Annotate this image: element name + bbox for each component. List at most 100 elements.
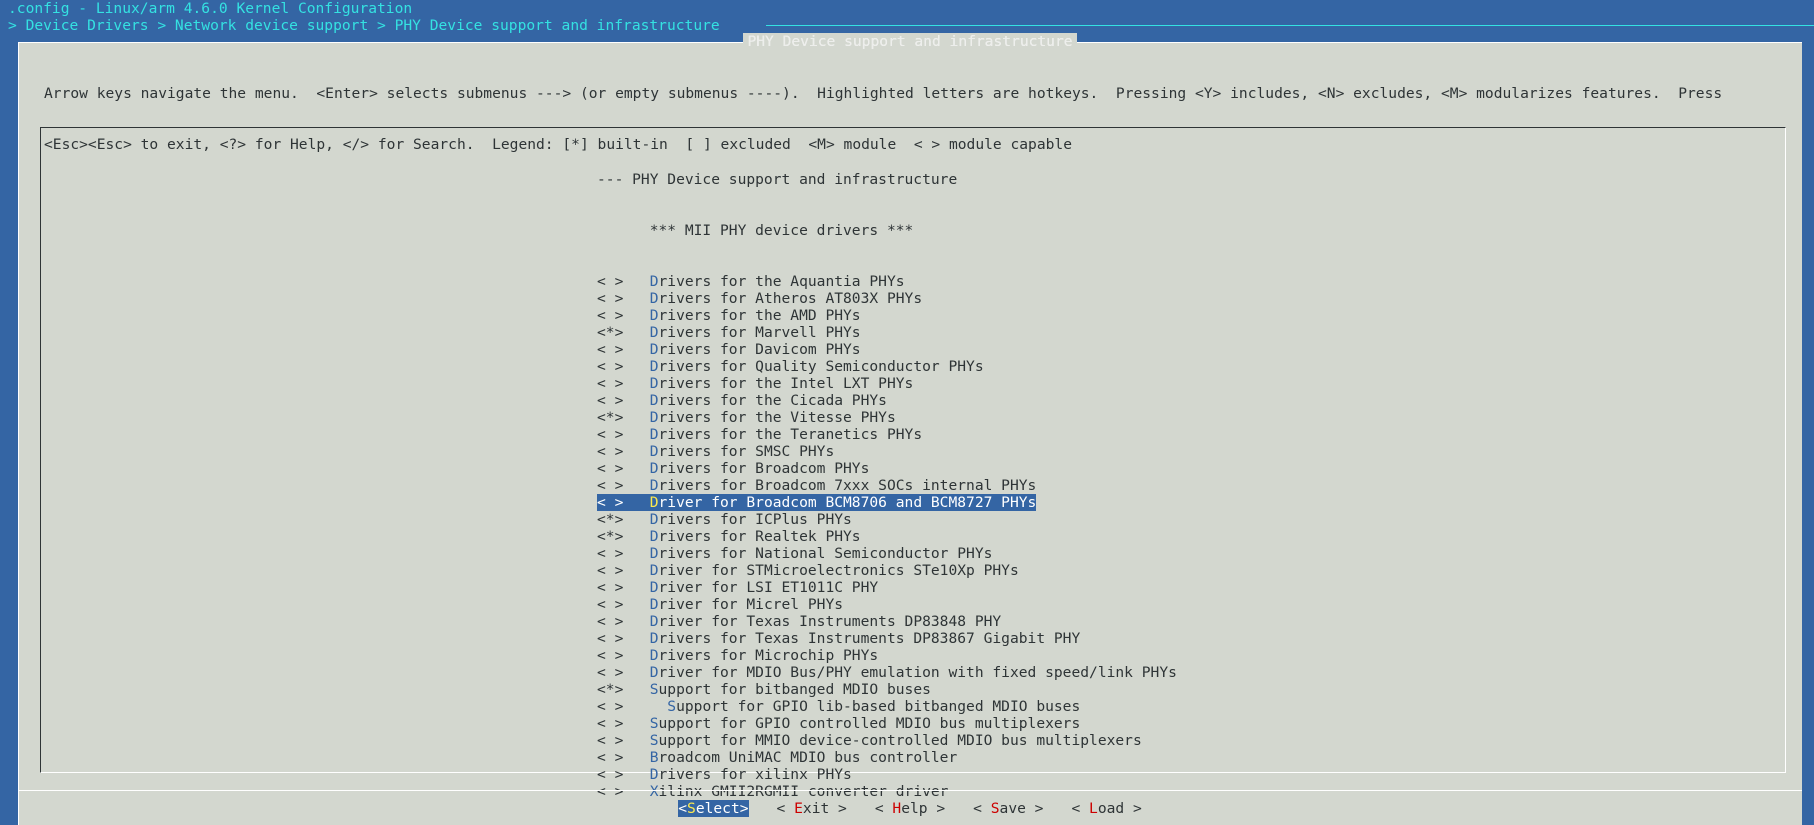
menu-item-hotkey: D: [649, 409, 659, 426]
menu-item-hotkey: D: [649, 290, 659, 307]
menu-item-state: < >: [597, 375, 650, 392]
menu-header[interactable]: --- PHY Device support and infrastructur…: [597, 171, 1177, 188]
exit-button[interactable]: < Exit >: [777, 800, 847, 817]
menu-item-state: < >: [597, 358, 650, 375]
menu-item-content: < > Drivers for the Aquantia PHYs: [597, 273, 905, 290]
menu-item-hotkey: D: [649, 426, 659, 443]
menu-item-hotkey: B: [649, 749, 659, 766]
menu-item-hotkey: D: [649, 460, 659, 477]
breadcrumb: > Device Drivers > Network device suppor…: [8, 17, 1814, 34]
help-line-1: Arrow keys navigate the menu. <Enter> se…: [44, 85, 1723, 102]
menu-items: < > Drivers for the Aquantia PHYs < > Dri…: [597, 273, 1177, 800]
menu-item-content: < > Drivers for the Cicada PHYs: [597, 392, 887, 409]
menu-item[interactable]: < > Broadcom UniMAC MDIO bus controller: [597, 749, 1177, 766]
menu-item[interactable]: < > Driver for STMicroelectronics STe10X…: [597, 562, 1177, 579]
menu-item-hotkey: D: [649, 664, 659, 681]
dialog-separator: [18, 790, 1802, 791]
menu-item[interactable]: <*> Drivers for Realtek PHYs: [597, 528, 1177, 545]
menu-item[interactable]: < > Driver for MDIO Bus/PHY emulation wi…: [597, 664, 1177, 681]
menu-item-state: < >: [597, 392, 650, 409]
menu-item-state: < >: [597, 698, 668, 715]
menu-item[interactable]: < > Support for MMIO device-controlled M…: [597, 732, 1177, 749]
menu-item-state: < >: [597, 613, 650, 630]
menu-list: --- PHY Device support and infrastructur…: [597, 137, 1177, 825]
menu-item[interactable]: < > Drivers for the AMD PHYs: [597, 307, 1177, 324]
menu-item-content: < > Drivers for Quality Semiconductor PH…: [597, 358, 984, 375]
menu-item[interactable]: < > Drivers for Microchip PHYs: [597, 647, 1177, 664]
menu-item-label: river for Broadcom BCM8706 and BCM8727 P…: [658, 494, 1037, 511]
menu-item[interactable]: < > Driver for Texas Instruments DP83848…: [597, 613, 1177, 630]
breadcrumb-rule: [766, 25, 1814, 26]
menu-item[interactable]: < > Drivers for National Semiconductor P…: [597, 545, 1177, 562]
menu-item[interactable]: < > Drivers for the Teranetics PHYs: [597, 426, 1177, 443]
menu-item-content: < > Drivers for Atheros AT803X PHYs: [597, 290, 922, 307]
menu-item-label: rivers for National Semiconductor PHYs: [658, 545, 993, 562]
menu-box: --- PHY Device support and infrastructur…: [40, 127, 1786, 800]
menuconfig-dialog: PHY Device support and infrastructure Ar…: [18, 33, 1802, 825]
menu-item[interactable]: <*> Support for bitbanged MDIO buses: [597, 681, 1177, 698]
menu-item[interactable]: < > Drivers for Broadcom PHYs: [597, 460, 1177, 477]
menu-item[interactable]: < > Support for GPIO lib-based bitbanged…: [597, 698, 1177, 715]
menu-item[interactable]: < > Drivers for Texas Instruments DP8386…: [597, 630, 1177, 647]
menu-item[interactable]: <*> Drivers for ICPlus PHYs: [597, 511, 1177, 528]
menu-item-content: < > Driver for Broadcom BCM8706 and BCM8…: [597, 494, 1037, 511]
menu-item-label: rivers for Texas Instruments DP83867 Gig…: [658, 630, 1081, 647]
menu-item-hotkey: D: [649, 545, 659, 562]
menu-item-content: < > Drivers for the Teranetics PHYs: [597, 426, 922, 443]
menu-item-label: river for Texas Instruments DP83848 PHY: [658, 613, 1002, 630]
menu-item-hotkey: D: [649, 511, 659, 528]
menu-item[interactable]: < > Drivers for Atheros AT803X PHYs: [597, 290, 1177, 307]
menu-item-hotkey: X: [649, 783, 659, 800]
menu-item[interactable]: < > Driver for Micrel PHYs: [597, 596, 1177, 613]
menu-item-state: < >: [597, 766, 650, 783]
menu-item-label: roadcom UniMAC MDIO bus controller: [658, 749, 958, 766]
menu-item[interactable]: < > Driver for LSI ET1011C PHY: [597, 579, 1177, 596]
menu-item[interactable]: <*> Drivers for the Vitesse PHYs: [597, 409, 1177, 426]
menu-item-state: < >: [597, 426, 650, 443]
menu-item-label: river for Micrel PHYs: [658, 596, 844, 613]
menu-item-hotkey: S: [649, 732, 659, 749]
menu-item-hotkey: D: [649, 613, 659, 630]
menu-item[interactable]: < > Xilinx GMII2RGMII converter driver: [597, 783, 1177, 800]
menu-item-state: < >: [597, 562, 650, 579]
save-button[interactable]: < Save >: [973, 800, 1043, 817]
menu-item-state: < >: [597, 460, 650, 477]
menu-item-content: < > Driver for MDIO Bus/PHY emulation wi…: [597, 664, 1177, 681]
menu-item-label: upport for bitbanged MDIO buses: [658, 681, 931, 698]
menu-item-state: < >: [597, 596, 650, 613]
menu-item-state: <*>: [597, 511, 650, 528]
menu-item-state: < >: [597, 494, 650, 511]
menu-item[interactable]: < > Drivers for the Aquantia PHYs: [597, 273, 1177, 290]
menu-item[interactable]: < > Drivers for xilinx PHYs: [597, 766, 1177, 783]
menu-item-content: < > Driver for Micrel PHYs: [597, 596, 843, 613]
menu-item[interactable]: < > Drivers for Broadcom 7xxx SOCs inter…: [597, 477, 1177, 494]
menu-item[interactable]: < > Drivers for the Intel LXT PHYs: [597, 375, 1177, 392]
menu-item[interactable]: <*> Drivers for Marvell PHYs: [597, 324, 1177, 341]
dialog-title: PHY Device support and infrastructure: [18, 33, 1802, 50]
menu-item[interactable]: < > Driver for Broadcom BCM8706 and BCM8…: [597, 494, 1177, 511]
menu-item[interactable]: < > Drivers for the Cicada PHYs: [597, 392, 1177, 409]
menu-item[interactable]: < > Drivers for Quality Semiconductor PH…: [597, 358, 1177, 375]
menu-item-hotkey: D: [649, 392, 659, 409]
menu-item-label: rivers for the AMD PHYs: [658, 307, 861, 324]
menu-item-state: <*>: [597, 681, 650, 698]
menu-item-label: river for MDIO Bus/PHY emulation with fi…: [658, 664, 1177, 681]
select-button[interactable]: <Select>: [678, 800, 749, 817]
help-button[interactable]: < Help >: [875, 800, 945, 817]
menu-item[interactable]: < > Drivers for SMSC PHYs: [597, 443, 1177, 460]
menu-item-label: rivers for SMSC PHYs: [658, 443, 835, 460]
load-button[interactable]: < Load >: [1071, 800, 1141, 817]
menu-item[interactable]: < > Drivers for Davicom PHYs: [597, 341, 1177, 358]
menu-item-content: < > Drivers for the AMD PHYs: [597, 307, 861, 324]
menu-item-hotkey: D: [649, 647, 659, 664]
menu-item-content: <*> Drivers for Marvell PHYs: [597, 324, 861, 341]
menu-comment: *** MII PHY device drivers ***: [597, 222, 914, 239]
menu-item-content: < > Drivers for Broadcom 7xxx SOCs inter…: [597, 477, 1036, 494]
button-label: ave >: [999, 800, 1044, 817]
menu-item-label: upport for GPIO lib-based bitbanged MDIO…: [676, 698, 1081, 715]
menu-item[interactable]: < > Support for GPIO controlled MDIO bus…: [597, 715, 1177, 732]
button-hotkey: E: [794, 800, 803, 817]
menu-item-content: < > Support for MMIO device-controlled M…: [597, 732, 1142, 749]
menu-item-label: upport for GPIO controlled MDIO bus mult…: [658, 715, 1081, 732]
menu-item-content: < > Driver for LSI ET1011C PHY: [597, 579, 878, 596]
